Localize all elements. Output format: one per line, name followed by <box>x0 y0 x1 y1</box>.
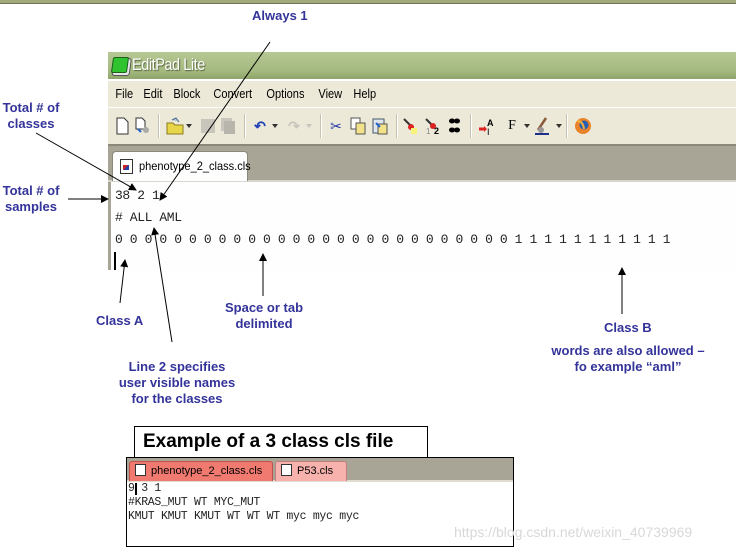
tab-label: phenotype_2_class.cls <box>151 465 263 477</box>
note-line: words are also allowed – <box>551 343 705 358</box>
tab-label: P53.cls <box>297 465 334 477</box>
note-always-one: Always 1 <box>252 8 308 23</box>
note-line: fo example “aml” <box>574 359 682 374</box>
watermark: https://blog.csdn.net/weixin_40739969 <box>454 524 693 540</box>
note-space-tab: Space or tab delimited <box>222 300 306 332</box>
example-tab-strip: phenotype_2_class.cls P53.cls <box>127 458 513 482</box>
arrow-line-two <box>151 227 173 343</box>
note-class-b: Class B <box>604 320 652 335</box>
arrow-class-a <box>119 259 129 304</box>
note-line: for the classes <box>131 391 223 406</box>
note-line: Total # of <box>2 183 60 198</box>
example-heading-box: Example of a 3 class cls file <box>134 426 428 457</box>
note-words-allowed: words are also allowed – fo example “aml… <box>548 343 708 375</box>
cls-file-icon <box>281 464 292 477</box>
note-line: Total # of <box>2 100 60 115</box>
note-class-a: Class A <box>96 313 144 328</box>
note-line: Space or tab <box>224 300 304 315</box>
arrow-always-one <box>159 41 271 201</box>
example-line-2: #KRAS_MUT WT MYC_MUT <box>128 496 261 509</box>
note-line: user visible names <box>118 375 236 390</box>
arrow-total-classes <box>35 132 137 191</box>
cls-file-icon <box>135 464 146 477</box>
note-total-classes: Total # of classes <box>0 100 62 132</box>
tab-p53-file[interactable]: P53.cls <box>275 461 347 481</box>
note-line-two: Line 2 specifies user visible names for … <box>112 359 242 407</box>
note-total-samples: Total # of samples <box>0 183 62 215</box>
example-heading: Example of a 3 class cls file <box>143 431 394 452</box>
tab-phenotype-file[interactable]: phenotype_2_class.cls <box>129 461 273 481</box>
note-line: Line 2 specifies <box>128 359 226 374</box>
note-line: delimited <box>235 316 293 331</box>
example-line-1: 9 3 1 <box>128 482 162 495</box>
example-line-3: KMUT KMUT KMUT WT WT WT myc myc myc <box>128 510 360 523</box>
text-caret <box>135 483 137 495</box>
note-line: classes <box>7 116 55 131</box>
note-line: samples <box>4 199 58 214</box>
